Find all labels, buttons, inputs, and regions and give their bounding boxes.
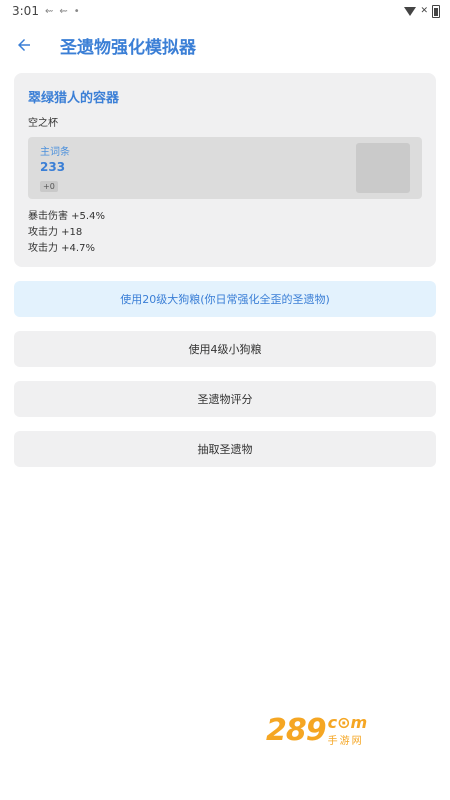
watermark-top: c⊙m: [327, 713, 368, 732]
signal-off-icon: ✕: [420, 6, 428, 16]
main-stat-panel: 主词条 233 +0: [28, 137, 422, 199]
notification-icon-2: ⇜: [59, 5, 68, 17]
artifact-card: 翠绿猎人的容器 空之杯 主词条 233 +0 暴击伤害 +5.4% 攻击力 +1…: [14, 73, 436, 267]
notification-icon: ⇜: [44, 5, 54, 17]
watermark-badge: 289: [266, 712, 327, 748]
level-badge: +0: [40, 181, 58, 192]
rate-artifact-button[interactable]: 圣遗物评分: [14, 381, 436, 417]
artifact-image: [356, 143, 410, 193]
upgrade-level20-button[interactable]: 使用20级大狗粮(你日常强化全歪的圣遗物): [14, 281, 436, 317]
sub-stat: 攻击力 +4.7%: [28, 243, 95, 254]
back-arrow-icon[interactable]: [12, 33, 36, 57]
status-bar: 3:01 ⇜ ⇜ • ✕: [0, 0, 450, 22]
watermark-bottom: 手游网: [327, 736, 364, 747]
artifact-name: 翠绿猎人的容器: [28, 91, 120, 106]
sub-stat: 暴击伤害 +5.4%: [28, 211, 105, 222]
page-title: 圣遗物强化模拟器: [60, 37, 196, 58]
sub-stats-list: 暴击伤害 +5.4% 攻击力 +18 攻击力 +4.7%: [28, 209, 422, 257]
app-bar: 圣遗物强化模拟器: [0, 22, 450, 68]
wifi-icon: [404, 6, 417, 16]
draw-artifact-button[interactable]: 抽取圣遗物: [14, 431, 436, 467]
status-right: ✕: [404, 4, 440, 18]
battery-icon: [432, 4, 440, 18]
sub-stat: 攻击力 +18: [28, 227, 83, 238]
upgrade-level4-button[interactable]: 使用4级小狗粮: [14, 331, 436, 367]
status-time: 3:01: [12, 4, 39, 18]
watermark-logo: 289 c⊙m 手游网: [266, 708, 416, 752]
status-left: 3:01 ⇜ ⇜ •: [12, 4, 80, 18]
artifact-slot: 空之杯: [28, 118, 58, 129]
watermark-text: c⊙m 手游网: [328, 713, 368, 747]
dot-icon: •: [73, 5, 80, 17]
